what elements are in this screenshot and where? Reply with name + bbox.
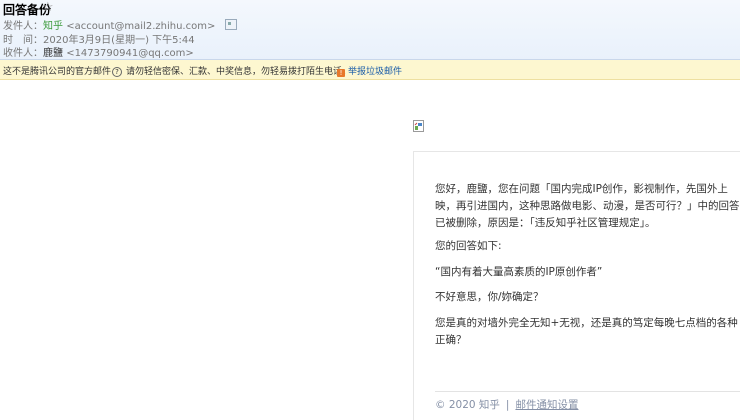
notification-settings-link[interactable]: 邮件通知设置 <box>515 399 578 411</box>
sender-row: 发件人：知乎 <account@mail2.zhihu.com> <box>3 17 237 32</box>
report-spam-link[interactable]: ! 举报垃圾邮件 <box>337 64 402 77</box>
contact-card-icon[interactable] <box>224 19 237 30</box>
recipient-address: <1473790941@qq.com> <box>66 48 194 59</box>
body-paragraph-quote: “国内有着大量高素质的IP原创作者” <box>435 266 603 278</box>
footer-copyright: © 2020 知乎 <box>435 399 500 411</box>
broken-image-icon <box>413 120 424 132</box>
recipient-label: 收件人： <box>3 48 43 59</box>
report-icon: ! <box>337 69 345 77</box>
body-paragraph-deleted-notice: 您好，鹿鹽，您在问题「国内完成IP创作，影视制作，先国外上映，再引进国内，这种思… <box>435 183 740 229</box>
email-header: 回答备份 ☆ 发件人：知乎 <account@mail2.zhihu.com> … <box>0 0 740 60</box>
footer-separator: | <box>505 399 510 411</box>
email-body-panel: 您好，鹿鹽，您在问题「国内完成IP创作，影视制作，先国外上映，再引进国内，这种思… <box>413 151 740 420</box>
star-icon[interactable]: ☆ <box>42 0 54 15</box>
body-paragraph-question: 不好意思，你/妳确定？ <box>435 291 544 303</box>
warning-tip: 请勿轻信密保、汇款、中奖信息，勿轻易拨打陌生电话。 <box>126 67 352 77</box>
footer-divider <box>435 391 740 392</box>
recipient-row: 收件人：鹿鹽 <1473790941@qq.com> <box>3 44 194 59</box>
body-paragraph-answer-intro: 您的回答如下: <box>435 240 502 252</box>
recipient-name[interactable]: 鹿鹽 <box>43 48 63 59</box>
security-warning-bar: 这不是腾讯公司的官方邮件? 请勿轻信密保、汇款、中奖信息，勿轻易拨打陌生电话。 … <box>0 60 740 80</box>
help-icon[interactable]: ? <box>112 67 123 77</box>
body-paragraph-answer: 您是真的对墙外完全无知+无视，还是真的笃定每晚七点档的各种正确？ <box>435 317 738 346</box>
email-footer: © 2020 知乎 | 邮件通知设置 <box>435 397 578 412</box>
warning-notice: 这不是腾讯公司的官方邮件? <box>3 64 123 77</box>
